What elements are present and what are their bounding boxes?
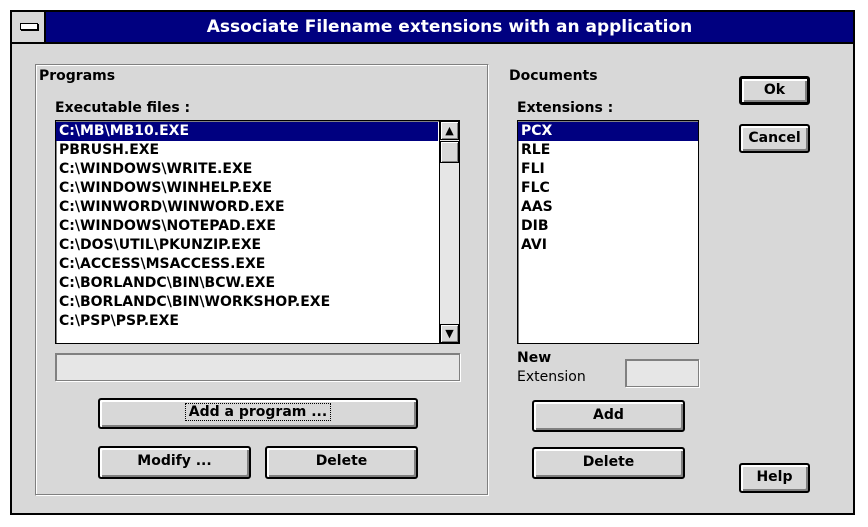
executable-files-items: C:\MB\MB10.EXE PBRUSH.EXE C:\WINDOWS\WRITE… — [56, 122, 438, 331]
extensions-list[interactable]: PCX RLE FLI FLC AAS DIB AVI — [517, 120, 699, 344]
arrow-down-icon[interactable]: ▼ — [440, 324, 459, 343]
executable-file-item[interactable]: C:\PSP\PSP.EXE — [56, 312, 438, 331]
add-program-button-label: Add a program ... — [184, 403, 332, 421]
dialog-window: Associate Filename extensions with an ap… — [10, 10, 855, 515]
executable-file-item[interactable]: C:\BORLANDC\BIN\BCW.EXE — [56, 274, 438, 293]
modify-program-button[interactable]: Modify ... — [98, 446, 251, 479]
extension-item[interactable]: AAS — [518, 198, 698, 217]
executable-file-item[interactable]: C:\ACCESS\MSACCESS.EXE — [56, 255, 438, 274]
executable-file-item[interactable]: C:\WINDOWS\WINHELP.EXE — [56, 179, 438, 198]
extension-item[interactable]: PCX — [518, 122, 698, 141]
new-extension-label-line1: New — [517, 350, 552, 366]
cancel-button[interactable]: Cancel — [739, 124, 810, 153]
extensions-label: Extensions : — [517, 100, 614, 116]
extension-item[interactable]: AVI — [518, 236, 698, 255]
executable-file-item[interactable]: C:\WINDOWS\NOTEPAD.EXE — [56, 217, 438, 236]
new-extension-label-line2: Extension — [517, 369, 586, 385]
window-title: Associate Filename extensions with an ap… — [206, 17, 693, 37]
executable-file-item[interactable]: C:\BORLANDC\BIN\WORKSHOP.EXE — [56, 293, 438, 312]
delete-extension-button[interactable]: Delete — [532, 447, 685, 479]
programs-group-label: Programs — [39, 68, 116, 84]
extension-item[interactable]: FLC — [518, 179, 698, 198]
extension-item[interactable]: RLE — [518, 141, 698, 160]
executable-file-item[interactable]: C:\DOS\UTIL\PKUNZIP.EXE — [56, 236, 438, 255]
program-path-field[interactable] — [55, 353, 460, 381]
extension-item[interactable]: FLI — [518, 160, 698, 179]
add-extension-button[interactable]: Add — [532, 400, 685, 432]
executable-files-list[interactable]: C:\MB\MB10.EXE PBRUSH.EXE C:\WINDOWS\WRITE… — [55, 120, 460, 344]
system-menu-bar-glyph — [20, 23, 38, 30]
executable-files-scrollbar[interactable]: ▲ ▼ — [439, 121, 459, 343]
extension-item[interactable]: DIB — [518, 217, 698, 236]
ok-button[interactable]: Ok — [739, 76, 810, 105]
new-extension-input[interactable] — [625, 359, 699, 387]
delete-program-button[interactable]: Delete — [265, 446, 418, 479]
executable-file-item[interactable]: PBRUSH.EXE — [56, 141, 438, 160]
system-menu-icon[interactable] — [12, 12, 46, 42]
documents-group-label: Documents — [509, 68, 598, 84]
scroll-thumb[interactable] — [440, 141, 459, 163]
arrow-up-icon[interactable]: ▲ — [440, 121, 459, 140]
title-bar[interactable]: Associate Filename extensions with an ap… — [12, 12, 853, 44]
extensions-items: PCX RLE FLI FLC AAS DIB AVI — [518, 122, 698, 255]
executable-file-item[interactable]: C:\WINWORD\WINWORD.EXE — [56, 198, 438, 217]
help-button[interactable]: Help — [739, 463, 810, 493]
executable-files-label: Executable files : — [55, 100, 191, 116]
executable-file-item[interactable]: C:\WINDOWS\WRITE.EXE — [56, 160, 438, 179]
executable-file-item[interactable]: C:\MB\MB10.EXE — [56, 122, 438, 141]
add-program-button[interactable]: Add a program ... — [98, 398, 418, 429]
